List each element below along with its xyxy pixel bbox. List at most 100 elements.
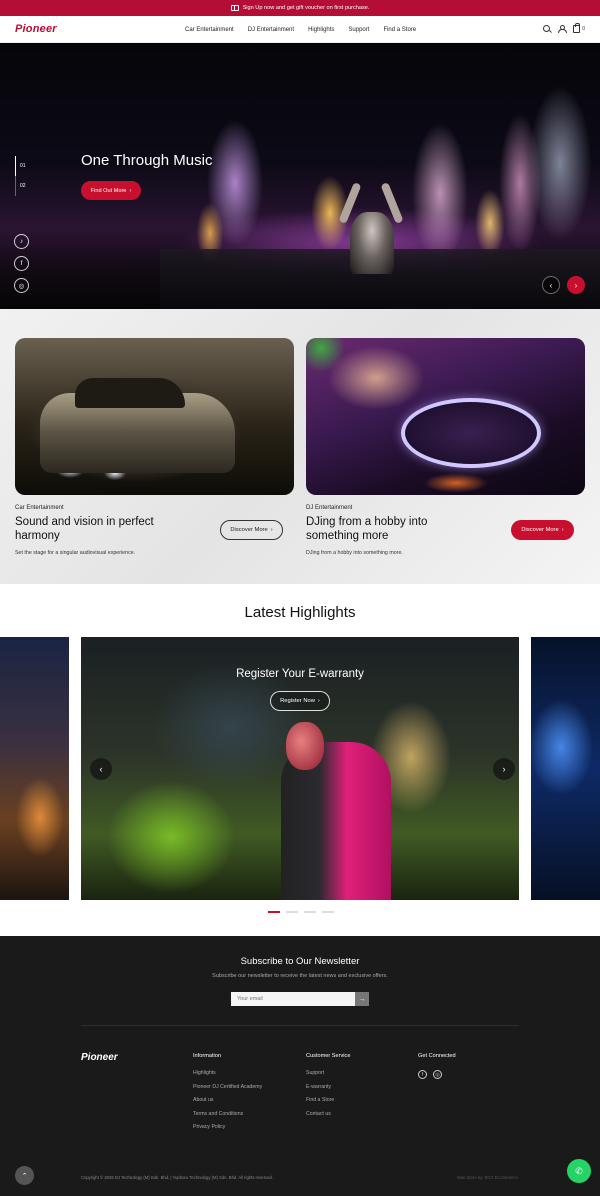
nav-dj-entertainment[interactable]: DJ Entertainment	[248, 27, 294, 33]
category-description: Set the stage for a singular audiovisual…	[15, 550, 136, 556]
highlights-heading: Latest Highlights	[244, 604, 356, 621]
header-actions: 0	[543, 23, 585, 33]
register-now-button[interactable]: Register Now ›	[270, 691, 330, 711]
footer-link-support[interactable]: Support	[306, 1070, 350, 1084]
copyright-text: Copyright © 2026 DJ Technology (M) Sdn. …	[81, 1175, 274, 1180]
highlights-prev-button[interactable]: ‹	[90, 758, 112, 780]
highlight-person-head	[286, 722, 324, 770]
category-description: DJing from a hobby into something more.	[306, 550, 403, 556]
category-title: DJing from a hobby into something more	[306, 516, 428, 542]
hero-social-links: ♪ f ◎	[14, 234, 29, 293]
footer-link-highlights[interactable]: Highlights	[193, 1070, 262, 1084]
footer-column-title: Customer Service	[306, 1053, 351, 1059]
car-window-shape	[75, 378, 185, 408]
hero-slide-02[interactable]: 02	[15, 176, 26, 196]
category-title: Sound and vision in perfect harmony	[15, 516, 154, 542]
footer-divider	[81, 1025, 519, 1026]
category-section: Car Entertainment Sound and vision in pe…	[0, 309, 600, 584]
chevron-left-icon: ‹	[549, 280, 553, 290]
footer-get-connected: Get Connected f ◎	[418, 1053, 456, 1079]
chevron-right-icon: ›	[317, 698, 320, 704]
highlights-pagination	[268, 911, 334, 913]
chevron-right-icon: ›	[270, 527, 273, 533]
chevron-right-icon: ›	[574, 280, 578, 290]
footer-column-title: Information	[193, 1053, 221, 1059]
highlight-slide-next-preview[interactable]	[531, 637, 600, 900]
instagram-icon[interactable]: ◎	[14, 278, 29, 293]
category-card-dj: DJ Entertainment DJing from a hobby into…	[306, 338, 585, 556]
newsletter-title: Subscribe to Our Newsletter	[240, 956, 360, 967]
hero-title: One Through Music	[81, 152, 213, 169]
pagination-dot[interactable]	[268, 911, 280, 913]
category-tag: Car Entertainment	[15, 505, 64, 511]
discover-more-button[interactable]: Discover More ›	[220, 520, 283, 540]
dj-controller-image[interactable]	[306, 338, 585, 495]
dj-platter-shape	[401, 398, 541, 468]
instagram-icon[interactable]: ◎	[433, 1070, 442, 1079]
web-store-credit[interactable]: Web Store by: EGS ECommerce	[457, 1175, 518, 1180]
chevron-right-icon: ›	[502, 764, 506, 774]
footer-link-privacy[interactable]: Privacy Policy	[193, 1124, 262, 1138]
pagination-dot[interactable]	[286, 911, 298, 913]
register-now-label: Register Now	[280, 698, 315, 704]
footer-link-find-store[interactable]: Find a Store	[306, 1097, 350, 1111]
site-header: Pioneer Car Entertainment DJ Entertainme…	[0, 16, 600, 43]
announcement-bar: Sign Up now and get gift voucher on firs…	[0, 0, 600, 16]
footer-column-title: Get Connected	[418, 1053, 456, 1059]
newsletter-subtitle: Subscribe our newsletter to receive the …	[212, 973, 388, 979]
gift-icon	[230, 5, 239, 11]
footer-link-academy[interactable]: Pioneer DJ Certified Academy	[193, 1084, 262, 1098]
hero-slide-index: 01 02	[15, 156, 26, 196]
newsletter-form: →	[231, 992, 369, 1006]
footer-link-ewarranty[interactable]: E-warranty	[306, 1084, 350, 1098]
whatsapp-chat-button[interactable]: ✆	[567, 1159, 591, 1183]
search-icon[interactable]	[543, 25, 551, 32]
footer-customer-service: Customer Service Support E-warranty Find…	[306, 1053, 350, 1124]
account-icon[interactable]	[558, 24, 568, 33]
chevron-up-icon: ⌃	[21, 1172, 28, 1180]
highlight-slide-title: Register Your E-warranty	[236, 668, 364, 680]
hero-next-button[interactable]: ›	[567, 276, 585, 294]
cart-count: 0	[582, 25, 585, 32]
back-to-top-button[interactable]: ⌃	[15, 1166, 34, 1185]
discover-more-button[interactable]: Discover More ›	[511, 520, 574, 540]
email-field[interactable]	[231, 992, 355, 1006]
facebook-icon[interactable]: f	[14, 256, 29, 271]
category-tag: DJ Entertainment	[306, 505, 353, 511]
highlight-slide-main: Register Your E-warranty Register Now ›	[81, 637, 519, 900]
pioneer-logo[interactable]: Pioneer	[15, 23, 57, 35]
subscribe-button[interactable]: →	[355, 992, 369, 1006]
site-footer: Subscribe to Our Newsletter Subscribe ou…	[0, 936, 600, 1196]
nav-highlights[interactable]: Highlights	[308, 27, 334, 33]
highlights-next-button[interactable]: ›	[493, 758, 515, 780]
car-image[interactable]	[15, 338, 294, 495]
arrow-right-icon: →	[358, 995, 366, 1003]
pagination-dot[interactable]	[304, 911, 316, 913]
chevron-right-icon: ›	[129, 187, 132, 194]
footer-logo[interactable]: Pioneer	[81, 1052, 118, 1063]
discover-more-label: Discover More	[521, 527, 559, 533]
announcement-text: Sign Up now and get gift voucher on firs…	[242, 5, 370, 11]
hero-slide-01[interactable]: 01	[15, 156, 26, 176]
whatsapp-icon: ✆	[575, 1165, 583, 1176]
category-card-car: Car Entertainment Sound and vision in pe…	[15, 338, 294, 556]
nav-support[interactable]: Support	[348, 27, 369, 33]
footer-information: Information Highlights Pioneer DJ Certif…	[193, 1053, 262, 1138]
chevron-left-icon: ‹	[99, 764, 103, 774]
nav-car-entertainment[interactable]: Car Entertainment	[185, 27, 234, 33]
find-out-more-button[interactable]: Find Out More ›	[81, 181, 141, 200]
cart-icon[interactable]	[573, 23, 581, 33]
chevron-right-icon: ›	[561, 527, 564, 533]
highlight-slide-prev-preview[interactable]	[0, 637, 69, 900]
footer-link-contact[interactable]: Contact us	[306, 1111, 350, 1125]
facebook-icon[interactable]: f	[418, 1070, 427, 1079]
footer-link-about[interactable]: About us	[193, 1097, 262, 1111]
hero-dj-figure	[350, 212, 394, 274]
main-nav: Car Entertainment DJ Entertainment Highl…	[185, 16, 416, 43]
tiktok-icon[interactable]: ♪	[14, 234, 29, 249]
footer-social-links: f ◎	[418, 1070, 456, 1079]
footer-link-terms[interactable]: Terms and Conditions	[193, 1111, 262, 1125]
nav-find-a-store[interactable]: Find a Store	[383, 27, 416, 33]
hero-prev-button[interactable]: ‹	[542, 276, 560, 294]
pagination-dot[interactable]	[322, 911, 334, 913]
